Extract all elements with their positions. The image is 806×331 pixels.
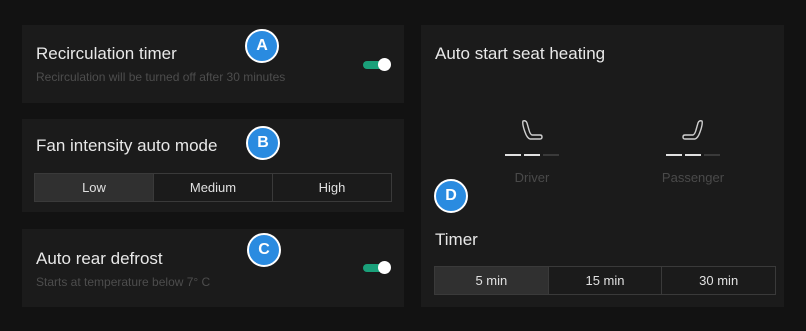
seat-heating-panel: Auto start seat heating Driver Passenger… — [421, 25, 784, 307]
timer-selector: 5 min 15 min 30 min — [434, 266, 776, 295]
timer-option-15[interactable]: 15 min — [547, 267, 662, 294]
fan-intensity-selector: Low Medium High — [34, 173, 392, 202]
passenger-heat-levels — [653, 154, 733, 156]
recirculation-panel: Recirculation timer Recirculation will b… — [22, 25, 404, 103]
timer-option-30[interactable]: 30 min — [661, 267, 775, 294]
rear-defrost-toggle[interactable] — [363, 261, 391, 275]
driver-label: Driver — [514, 170, 550, 185]
badge-d: D — [434, 179, 468, 213]
passenger-seat-icon — [682, 120, 703, 140]
driver-seat-control[interactable]: Driver — [492, 118, 572, 185]
passenger-label: Passenger — [661, 170, 725, 185]
passenger-seat-control[interactable]: Passenger — [653, 118, 733, 185]
toggle-knob — [378, 58, 391, 71]
rear-defrost-panel: Auto rear defrost Starts at temperature … — [22, 229, 404, 307]
rear-defrost-subtitle: Starts at temperature below 7° C — [36, 275, 211, 289]
recirculation-title: Recirculation timer — [36, 44, 177, 63]
rear-defrost-title: Auto rear defrost — [36, 249, 163, 268]
seat-heating-title: Auto start seat heating — [435, 44, 606, 63]
recirculation-toggle[interactable] — [363, 58, 391, 72]
timer-title: Timer — [435, 230, 478, 249]
badge-a: A — [245, 29, 279, 63]
fan-option-high[interactable]: High — [272, 174, 391, 201]
fan-option-low[interactable]: Low — [35, 174, 153, 201]
driver-heat-levels — [492, 154, 572, 156]
badge-b: B — [246, 126, 280, 160]
recirculation-subtitle: Recirculation will be turned off after 3… — [36, 70, 286, 84]
fan-option-medium[interactable]: Medium — [153, 174, 272, 201]
toggle-knob — [378, 261, 391, 274]
timer-option-5[interactable]: 5 min — [435, 267, 548, 294]
badge-c: C — [247, 233, 281, 267]
driver-seat-icon — [522, 120, 543, 140]
fan-intensity-title: Fan intensity auto mode — [36, 136, 218, 155]
fan-intensity-panel: Fan intensity auto mode Low Medium High — [22, 119, 404, 212]
